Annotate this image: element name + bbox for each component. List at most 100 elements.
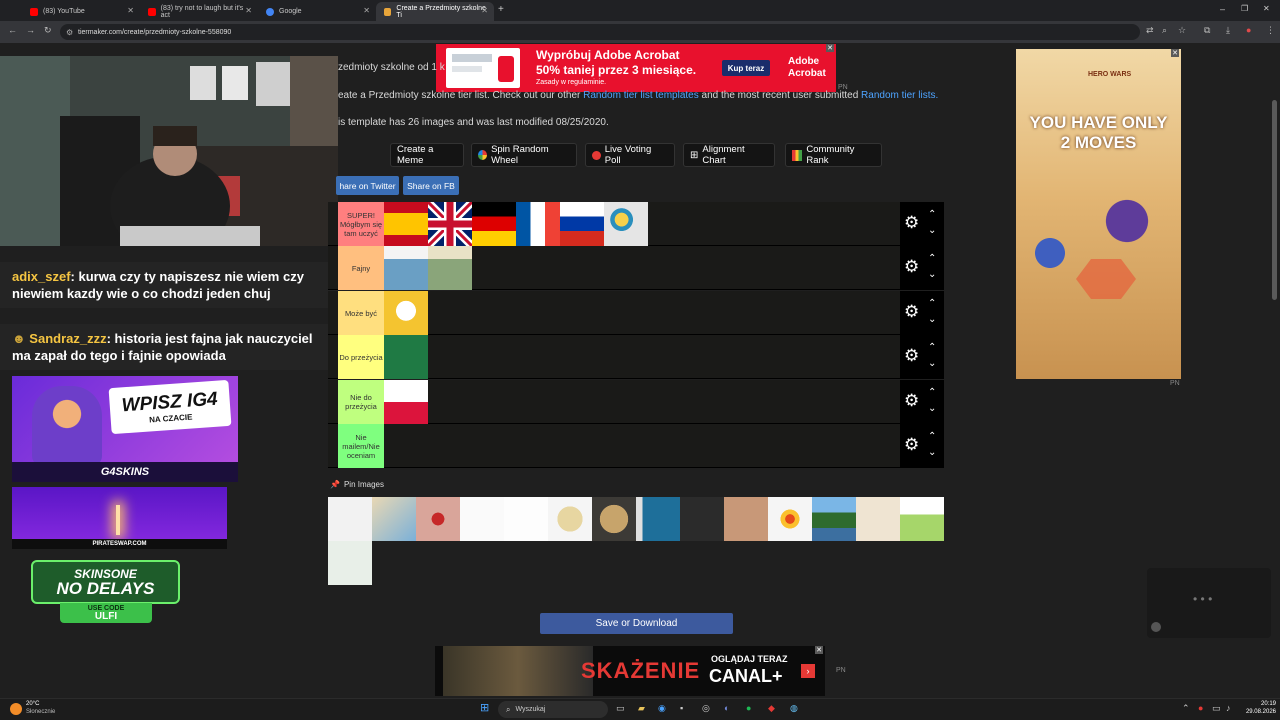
pool-image-tile[interactable] [460,497,504,541]
share-twitter-button[interactable]: hare on Twitter [336,176,399,195]
pool-image-tile[interactable] [900,497,944,541]
przyroda-book-tile[interactable] [428,246,472,290]
minimize-button[interactable]: – [1220,4,1225,14]
back-icon[interactable]: ← [8,25,17,35]
move-up-icon[interactable]: ⌃ [928,343,936,353]
gear-icon[interactable]: ⚙ [904,303,919,320]
france-flag-tile[interactable] [516,202,560,246]
close-icon[interactable]: ✕ [363,6,370,15]
app-icon[interactable]: ◆ [768,703,775,714]
tier-label[interactable]: Nie do przeżycia [338,380,384,424]
move-down-icon[interactable]: ⌄ [928,226,936,236]
wiedza-book-tile[interactable] [384,246,428,290]
pool-image-tile[interactable] [504,497,548,541]
russia-flag-tile[interactable] [560,202,604,246]
task-view-icon[interactable]: ▭ [616,703,625,714]
zoom-icon[interactable]: ⌕ [1162,25,1167,36]
pool-image-tile[interactable] [328,497,372,541]
pool-image-tile[interactable] [548,497,592,541]
uk-flag-tile[interactable] [428,202,472,246]
tab-tiermaker[interactable]: Create a Przedmioty szkolne Ti ✕ [376,2,494,21]
maximize-button[interactable]: ❐ [1241,4,1248,13]
bookmark-star-icon[interactable]: ☆ [1178,25,1186,36]
menu-icon[interactable]: ⋮ [1266,25,1275,36]
move-up-icon[interactable]: ⌃ [928,388,936,398]
sport-balls-tile[interactable] [604,202,648,246]
pool-image-tile[interactable] [328,541,372,585]
page-scrollbar[interactable] [1272,100,1277,300]
profile-icon[interactable]: ● [1246,25,1251,35]
gear-icon[interactable]: ⚙ [904,436,919,453]
tray-chevron-icon[interactable]: ⌃ [1182,703,1190,714]
tab-youtube-video[interactable]: (83) try not to laugh but it's act ✕ [140,2,258,21]
spain-flag-tile[interactable] [384,202,428,246]
ad-close-icon[interactable]: ✕ [1171,49,1179,57]
move-down-icon[interactable]: ⌄ [928,359,936,369]
chalkboard-tile[interactable] [384,335,428,379]
network-icon[interactable]: ▭ [1212,703,1221,714]
ad-close-icon[interactable]: ✕ [815,646,823,654]
tier-label[interactable]: Nie mailem/Nie oceniam [338,424,384,468]
spotify-icon[interactable]: ● [746,703,751,713]
random-tierlists-link[interactable]: Random tier lists. [861,90,938,101]
pool-image-tile[interactable] [416,497,460,541]
forward-icon[interactable]: → [26,25,35,35]
save-download-button[interactable]: Save or Download [540,613,733,634]
close-window-button[interactable]: ✕ [1263,4,1270,13]
move-up-icon[interactable]: ⌃ [928,210,936,220]
ad-close-icon[interactable]: ✕ [826,44,834,52]
tier-label[interactable]: SUPER! Mógłbym się tam uczyć [338,202,384,246]
gear-icon[interactable]: ⚙ [904,258,919,275]
history-tile[interactable] [384,291,428,335]
spin-wheel-button[interactable]: Spin Random Wheel [471,143,577,167]
file-explorer-icon[interactable]: ▰ [638,703,645,714]
pool-image-tile[interactable] [724,497,768,541]
gear-icon[interactable]: ⚙ [904,392,919,409]
pool-image-tile[interactable] [372,497,416,541]
discord-icon[interactable]: ◐ [724,703,729,713]
reload-icon[interactable]: ↻ [44,25,52,36]
move-up-icon[interactable]: ⌃ [928,432,936,442]
pool-image-tile[interactable] [592,497,636,541]
close-icon[interactable]: ✕ [127,6,134,15]
pool-image-tile[interactable] [680,497,724,541]
tab-google[interactable]: Google ✕ [258,2,376,21]
alignment-chart-button[interactable]: ⊞ Alignment Chart [683,143,775,167]
create-meme-button[interactable]: Create a Meme [390,143,464,167]
tier-label[interactable]: Do przeżycia [338,335,384,379]
tab-youtube[interactable]: (83) YouTube ✕ [22,2,140,21]
gear-icon[interactable]: ⚙ [904,214,919,231]
mic-icon[interactable]: ● [1198,703,1203,713]
chrome-icon[interactable]: ◉ [658,703,666,714]
extensions-icon[interactable]: ⧉ [1204,25,1210,36]
move-down-icon[interactable]: ⌄ [928,270,936,280]
community-rank-button[interactable]: Community Rank [785,143,882,167]
download-icon[interactable]: ⤓ [1226,25,1230,36]
close-icon[interactable]: ✕ [245,6,252,15]
search-box[interactable]: ⌕ Wyszukaj [498,701,608,718]
tier-label[interactable]: Może być [338,291,384,335]
pool-image-tile[interactable] [812,497,856,541]
random-templates-link[interactable]: Random tier list templates [583,90,699,101]
adobe-ad-banner[interactable]: Wypróbuj Adobe Acrobat 50% taniej przez … [436,44,836,92]
app-icon[interactable]: ▪ [680,703,683,713]
pool-image-tile[interactable] [636,497,680,541]
live-poll-button[interactable]: Live Voting Poll [585,143,675,167]
translate-icon[interactable]: ⇄ [1146,25,1154,36]
move-down-icon[interactable]: ⌄ [928,448,936,458]
start-icon[interactable]: ⊞ [480,701,489,714]
new-tab-button[interactable]: + [498,4,504,15]
canal-plus-ad[interactable]: SKAŻENIE OGLĄDAJ TERAZ CANAL+ › ✕ [435,646,825,696]
tier-label[interactable]: Fajny [338,246,384,290]
address-bar[interactable]: ⚙ tiermaker.com/create/przedmioty-szkoln… [60,24,1140,40]
poland-flag-tile[interactable] [384,380,428,424]
pool-image-tile[interactable] [768,497,812,541]
ad-cta-button[interactable]: Kup teraz [722,60,770,76]
steam-icon[interactable]: ◍ [790,703,798,714]
pool-image-tile[interactable] [856,497,900,541]
move-up-icon[interactable]: ⌃ [928,254,936,264]
volume-icon[interactable]: ♪ [1226,703,1231,713]
close-icon[interactable]: ✕ [481,6,488,15]
app-icon[interactable]: ◎ [702,703,710,714]
move-up-icon[interactable]: ⌃ [928,299,936,309]
